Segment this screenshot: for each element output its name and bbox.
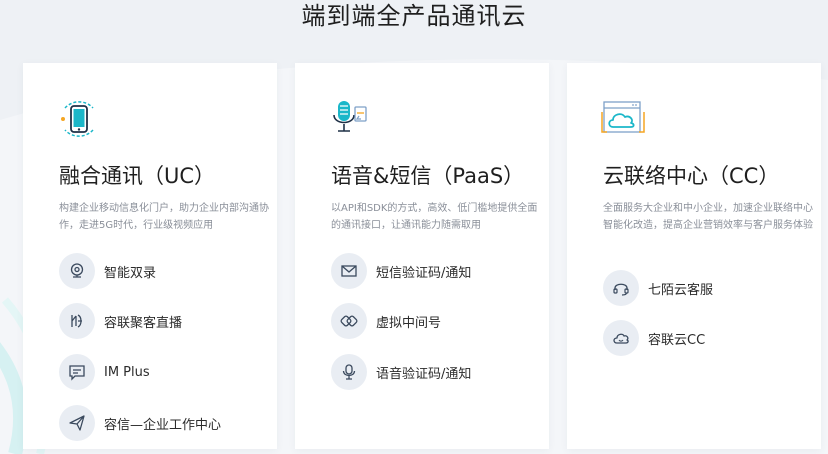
paper-plane-icon [59, 405, 95, 441]
smartphone-icon [57, 97, 101, 141]
card-description: 构建企业移动信息化门户，助力企业内部沟通协作，走进5G时代，行业级视频应用 [59, 203, 269, 231]
product-link-smart-recording[interactable]: 智能双录 [59, 253, 156, 289]
card-cc[interactable]: 云联络中心（CC） 全面服务大企业和中小企业，加速企业联络中心智能化改造，提高企… [567, 63, 821, 449]
chat-bubble-icon [59, 354, 95, 390]
product-label: IM Plus [104, 364, 150, 380]
product-label: 容信—企业工作中心 [104, 417, 222, 433]
product-label: 七陌云客服 [648, 282, 714, 298]
card-uc[interactable]: 融合通讯（UC） 构建企业移动信息化门户，助力企业内部沟通协作，走进5G时代，行… [23, 63, 277, 449]
product-label: 智能双录 [104, 265, 157, 281]
envelope-icon [331, 253, 367, 289]
cloud-browser-icon [601, 97, 645, 141]
logo-icon [59, 303, 95, 339]
microphone-icon [329, 97, 373, 141]
virtual-number-icon [331, 303, 367, 339]
product-link-ronglian-cc[interactable]: 容联云CC [603, 320, 705, 356]
product-label: 容联云CC [648, 332, 706, 348]
headset-icon [603, 270, 639, 306]
card-description: 全面服务大企业和中小企业，加速企业联络中心智能化改造，提高企业营销效率与客户服务… [603, 203, 813, 231]
product-link-im-plus[interactable]: IM Plus [59, 354, 150, 390]
product-link-live-stream[interactable]: 容联聚客直播 [59, 303, 182, 339]
product-link-qimo-service[interactable]: 七陌云客服 [603, 270, 713, 306]
card-paas[interactable]: 语音&短信（PaaS） 以API和SDK的方式，高效、低门槛地提供全面的通讯接口… [295, 63, 549, 449]
product-link-virtual-number[interactable]: 虚拟中间号 [331, 303, 441, 339]
product-label: 容联聚客直播 [104, 315, 183, 331]
card-description: 以API和SDK的方式，高效、低门槛地提供全面的通讯接口，让通讯能力随需取用 [331, 203, 538, 231]
product-link-voice-code[interactable]: 语音验证码/通知 [331, 354, 471, 390]
product-label: 短信验证码/通知 [376, 265, 472, 281]
product-label: 虚拟中间号 [376, 315, 442, 331]
product-link-sms-code[interactable]: 短信验证码/通知 [331, 253, 471, 289]
product-link-work-center[interactable]: 容信—企业工作中心 [59, 405, 221, 441]
cloud-smile-icon [603, 320, 639, 356]
card-title: 语音&短信（PaaS） [331, 164, 525, 188]
card-title: 融合通讯（UC） [59, 164, 216, 188]
card-title: 云联络中心（CC） [603, 164, 780, 188]
page-title: 端到端全产品通讯云 [301, 2, 527, 30]
microphone-icon [331, 354, 367, 390]
product-label: 语音验证码/通知 [376, 366, 472, 382]
webcam-icon [59, 253, 95, 289]
